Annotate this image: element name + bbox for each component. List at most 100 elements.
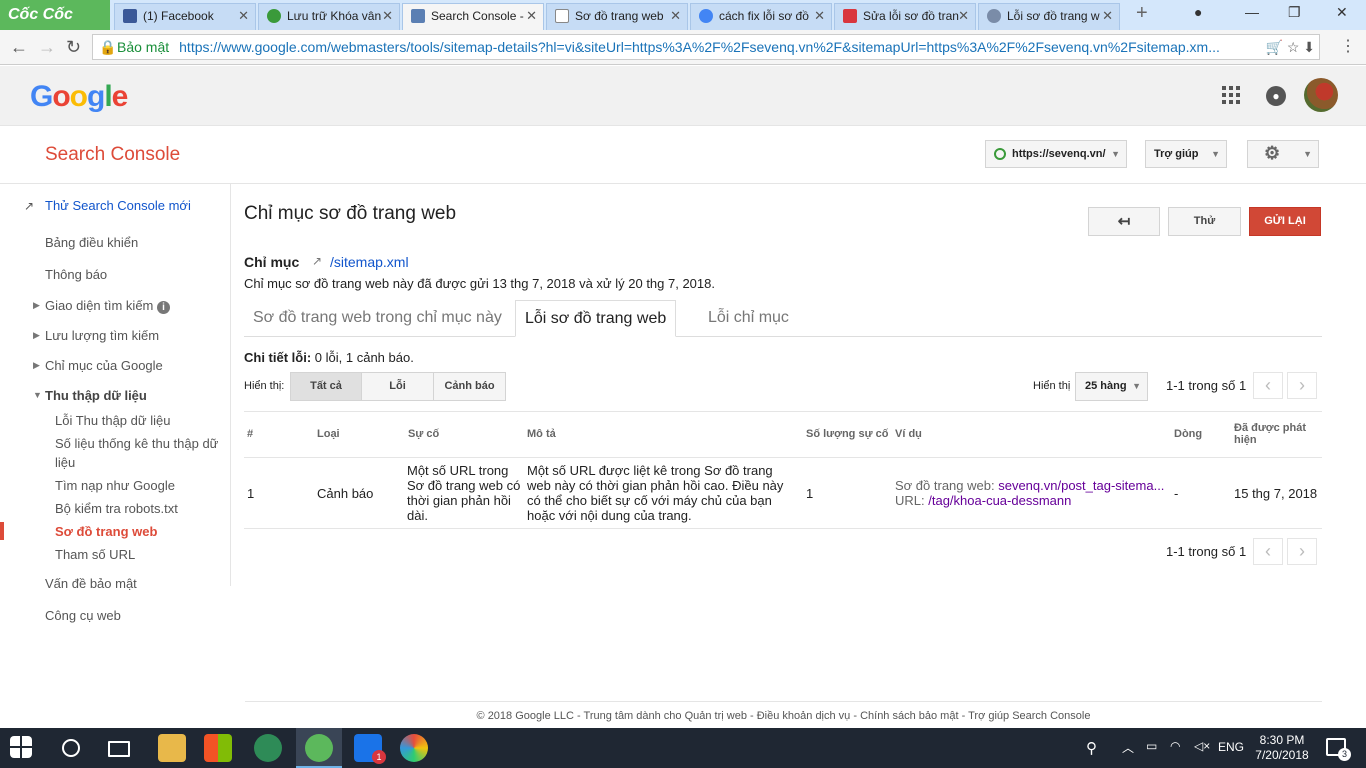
sidebar-item-fetch-as-google[interactable]: Tìm nạp như Google bbox=[55, 478, 175, 493]
action-center-icon[interactable]: 3 bbox=[1326, 738, 1351, 761]
back-button[interactable]: ↤ bbox=[1088, 207, 1160, 236]
product-title[interactable]: Search Console bbox=[45, 144, 180, 166]
sidebar-item-crawl-stats[interactable]: Số liệu thống kê thu thập dữ bbox=[55, 436, 218, 451]
minimize-icon[interactable]: — bbox=[1245, 4, 1259, 20]
next-page-button-bottom[interactable]: › bbox=[1287, 538, 1317, 565]
sidebar-item-security-issues[interactable]: Vấn đề bảo mật bbox=[45, 576, 137, 591]
close-icon[interactable]: ✕ bbox=[238, 4, 249, 28]
table-row[interactable]: 1 Cảnh báo Một số URL trong Sơ đồ trang … bbox=[244, 458, 1322, 529]
filter-errors-button[interactable]: Lỗi bbox=[361, 372, 434, 401]
paint-icon[interactable] bbox=[400, 734, 428, 762]
address-bar[interactable]: 🔒 Bảo mật https://www.google.com/webmaste… bbox=[92, 34, 1320, 60]
col-issue[interactable]: Sự cố bbox=[408, 428, 439, 440]
prev-page-button-bottom[interactable]: ‹ bbox=[1253, 538, 1283, 565]
rows-per-page-select[interactable]: 25 hàng ▼ bbox=[1075, 372, 1148, 401]
file-explorer-icon[interactable] bbox=[158, 734, 186, 762]
sidebar-item-crawl[interactable]: Thu thập dữ liệu bbox=[45, 388, 147, 403]
close-icon[interactable]: ✕ bbox=[1102, 4, 1113, 28]
browser-tab[interactable]: Sơ đồ trang web ✕ bbox=[546, 3, 688, 30]
resubmit-button[interactable]: GỬI LẠI bbox=[1249, 207, 1321, 236]
example-sitemap-link[interactable]: sevenq.vn/post_tag-sitema... bbox=[998, 478, 1164, 493]
language-indicator[interactable]: ENG bbox=[1218, 740, 1244, 754]
close-icon[interactable]: ✕ bbox=[382, 4, 393, 28]
tab-index-errors[interactable]: Lỗi chỉ mục bbox=[699, 300, 798, 337]
apps-grid-icon[interactable] bbox=[1222, 86, 1240, 104]
tab-sitemaps-in-index[interactable]: Sơ đồ trang web trong chỉ mục này bbox=[244, 300, 511, 337]
browser-logo[interactable]: Cốc Cốc bbox=[0, 0, 110, 30]
profile-icon[interactable]: ● bbox=[1194, 4, 1202, 20]
new-tab-icon[interactable]: + bbox=[1136, 2, 1148, 25]
coccoc-taskbar-button[interactable] bbox=[296, 728, 342, 768]
col-count[interactable]: Số lượng sự cố bbox=[806, 428, 888, 440]
sidebar-item-dashboard[interactable]: Bảng điều khiển bbox=[45, 235, 138, 250]
sitemap-link[interactable]: /sitemap.xml bbox=[330, 254, 409, 270]
sidebar-item-google-index[interactable]: Chỉ mục của Google bbox=[45, 358, 163, 373]
close-window-icon[interactable]: ✕ bbox=[1336, 4, 1348, 21]
filter-warnings-button[interactable]: Cảnh báo bbox=[433, 372, 506, 401]
toolbar-icons[interactable]: 🛒 ☆ ⬇ bbox=[1266, 35, 1316, 59]
next-page-button[interactable]: › bbox=[1287, 372, 1317, 399]
col-number[interactable]: # bbox=[247, 428, 253, 440]
browser-tab-active[interactable]: Search Console - ✕ bbox=[402, 3, 544, 30]
filter-all-button[interactable]: Tất cả bbox=[290, 372, 362, 401]
pager-text-bottom: 1-1 trong số 1 bbox=[1166, 544, 1247, 559]
volume-icon[interactable]: ◁× bbox=[1194, 739, 1210, 753]
site-selector[interactable]: https://sevenq.vn/ ▼ bbox=[985, 140, 1127, 168]
wifi-icon[interactable]: ◠ bbox=[1170, 739, 1180, 753]
info-icon[interactable]: i bbox=[157, 301, 170, 314]
browser-tab[interactable]: Sửa lỗi sơ đồ tran ✕ bbox=[834, 3, 976, 30]
people-icon[interactable]: ⚲ bbox=[1086, 739, 1097, 757]
prev-page-button[interactable]: ‹ bbox=[1253, 372, 1283, 399]
example-sitemap-label: Sơ đồ trang web: bbox=[895, 478, 995, 493]
url-text: https://www.google.com/webmasters/tools/… bbox=[179, 39, 1220, 55]
settings-button[interactable]: ⚙ ▼ bbox=[1247, 140, 1319, 168]
help-button[interactable]: Trợ giúp ▼ bbox=[1145, 140, 1227, 168]
tab-sitemap-errors[interactable]: Lỗi sơ đồ trang web bbox=[515, 300, 677, 337]
maximize-icon[interactable]: ❐ bbox=[1288, 4, 1301, 21]
menu-icon[interactable]: ⋮ bbox=[1340, 36, 1356, 56]
close-icon[interactable]: ✕ bbox=[670, 4, 681, 28]
sidebar-item-url-parameters[interactable]: Tham số URL bbox=[55, 547, 135, 562]
sidebar-item-search-appearance[interactable]: Giao diện tìm kiếm i bbox=[45, 298, 170, 314]
task-view-icon[interactable] bbox=[108, 741, 130, 757]
sidebar-item-sitemaps[interactable]: Sơ đồ trang web bbox=[55, 524, 157, 539]
back-arrow-icon: ↤ bbox=[1117, 213, 1131, 230]
example-sitemap: Sơ đồ trang web: sevenq.vn/post_tag-site… bbox=[895, 478, 1170, 493]
example-url-link[interactable]: /tag/khoa-cua-dessmann bbox=[928, 493, 1071, 508]
battery-icon[interactable]: ▭ bbox=[1146, 739, 1157, 753]
back-icon[interactable]: ← bbox=[10, 37, 28, 58]
col-type[interactable]: Loại bbox=[317, 428, 340, 440]
close-icon[interactable]: ✕ bbox=[526, 4, 537, 28]
col-examples[interactable]: Ví dụ bbox=[895, 428, 922, 440]
chevron-up-icon[interactable]: ︿ bbox=[1122, 739, 1134, 756]
avatar[interactable] bbox=[1304, 78, 1338, 112]
search-icon[interactable] bbox=[62, 739, 80, 757]
sidebar-item-robots-tester[interactable]: Bộ kiểm tra robots.txt bbox=[55, 501, 178, 516]
google-logo[interactable]: Google bbox=[30, 80, 128, 114]
browser-tab[interactable]: Lưu trữ Khóa vân ✕ bbox=[258, 3, 400, 30]
sidebar-item-web-tools[interactable]: Công cụ web bbox=[45, 608, 121, 623]
store-icon[interactable] bbox=[204, 734, 232, 762]
test-button[interactable]: Thử bbox=[1168, 207, 1241, 236]
browser-tab[interactable]: cách fix lỗi sơ đồ ✕ bbox=[690, 3, 832, 30]
sidebar-item-crawl-errors[interactable]: Lỗi Thu thập dữ liệu bbox=[55, 413, 170, 428]
windows-start-icon[interactable] bbox=[10, 736, 32, 758]
sidebar-item-crawl-stats-cont[interactable]: liệu bbox=[55, 455, 75, 470]
app-icon[interactable] bbox=[254, 734, 282, 762]
col-description[interactable]: Mô tả bbox=[527, 428, 556, 440]
browser-tab[interactable]: (1) Facebook ✕ bbox=[114, 3, 256, 30]
col-line[interactable]: Dòng bbox=[1174, 428, 1202, 440]
footer[interactable]: © 2018 Google LLC - Trung tâm dành cho Q… bbox=[245, 701, 1322, 722]
sidebar-item-search-traffic[interactable]: Lưu lượng tìm kiếm bbox=[45, 328, 159, 343]
reload-icon[interactable]: ↻ bbox=[66, 37, 81, 58]
clock[interactable]: 8:30 PM 7/20/2018 bbox=[1252, 733, 1312, 763]
browser-tab[interactable]: Lỗi sơ đồ trang w ✕ bbox=[978, 3, 1120, 30]
forward-icon[interactable]: → bbox=[38, 37, 56, 58]
notifications-icon[interactable]: ● bbox=[1266, 86, 1286, 106]
col-detected[interactable]: Đã được phát hiện bbox=[1234, 422, 1318, 446]
close-icon[interactable]: ✕ bbox=[958, 4, 969, 28]
close-icon[interactable]: ✕ bbox=[814, 4, 825, 28]
sidebar-item-try-new[interactable]: Thử Search Console mới bbox=[45, 198, 191, 213]
sidebar-item-messages[interactable]: Thông báo bbox=[45, 267, 107, 282]
zalo-icon[interactable]: 1 bbox=[354, 734, 386, 764]
